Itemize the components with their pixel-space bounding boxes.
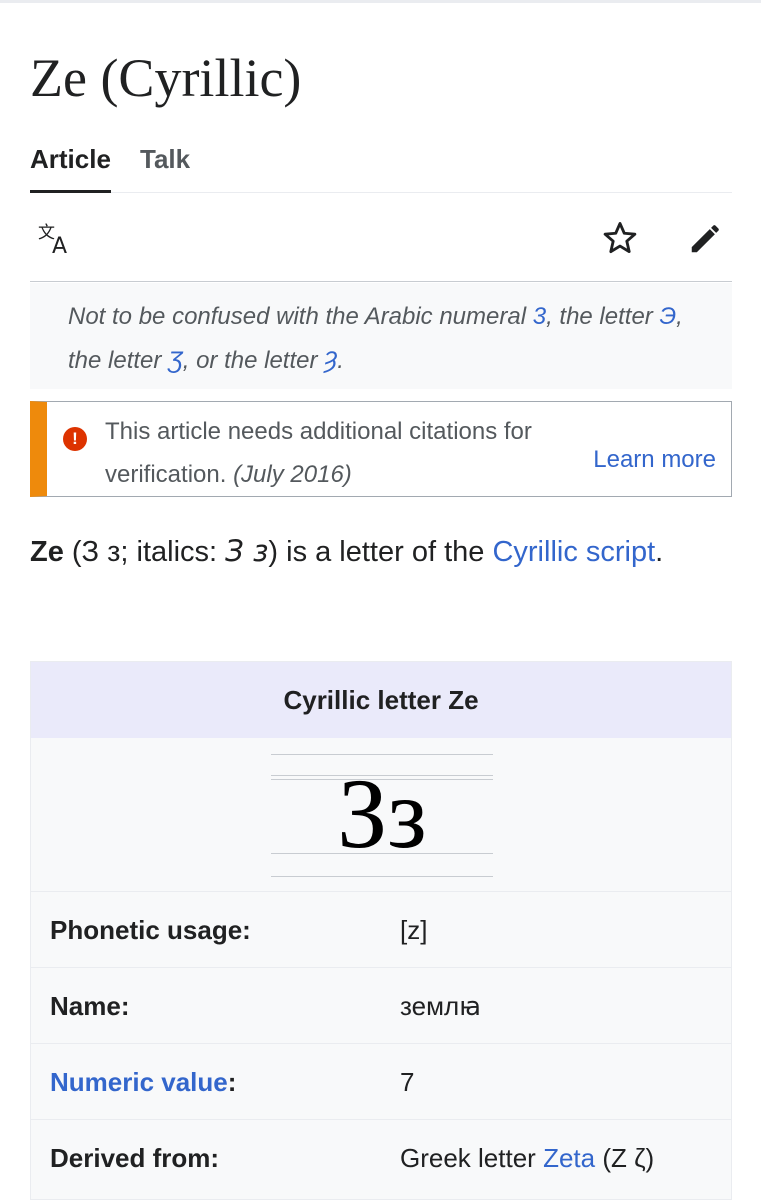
- pencil-icon: [691, 225, 719, 253]
- numeric-value-link[interactable]: Numeric value:: [50, 1044, 236, 1120]
- baseline-guide: [271, 876, 493, 877]
- link-letter-yogh[interactable]: Ȝ: [324, 347, 337, 374]
- warning-icon: !: [63, 427, 87, 451]
- link-zeta[interactable]: Zeta: [543, 1143, 595, 1173]
- translate-icon: 文 A: [38, 223, 67, 258]
- infobox-row-name: Name: землꙗ: [31, 968, 731, 1044]
- lead-text: ) is a letter of the: [268, 536, 493, 568]
- link-cyrillic-script[interactable]: Cyrillic script: [492, 536, 655, 568]
- tab-article[interactable]: Article: [30, 138, 111, 193]
- hatnote-text: .: [337, 347, 344, 374]
- lead-text: .: [655, 536, 664, 568]
- infobox-label[interactable]: Numeric value: [50, 1067, 228, 1097]
- lead-text: (З з; italics:: [63, 536, 226, 568]
- infobox-row-numeric: Numeric value: 7: [31, 1044, 731, 1120]
- top-divider: [0, 0, 761, 3]
- learn-more-link[interactable]: Learn more: [593, 440, 716, 480]
- page-toolbar: 文 A: [30, 194, 732, 282]
- value-text: (Ζ ζ): [595, 1143, 655, 1173]
- infobox-label: Phonetic usage:: [50, 915, 251, 945]
- link-letter-e[interactable]: Э: [659, 303, 676, 330]
- value-text: Greek letter: [400, 1143, 544, 1173]
- notice-date: (July 2016): [233, 461, 352, 488]
- citation-notice: ! This article needs additional citation…: [30, 401, 732, 497]
- tab-talk[interactable]: Talk: [140, 138, 190, 180]
- link-letter-ezh[interactable]: Ʒ: [168, 347, 183, 374]
- lead-paragraph: Ze (З з; italics: З з) is a letter of th…: [30, 522, 730, 581]
- lead-italics: З з: [225, 534, 269, 568]
- link-arabic-three[interactable]: 3: [533, 303, 546, 330]
- letter-glyph: Зз: [337, 758, 427, 869]
- infobox-title: Cyrillic letter Ze: [31, 662, 731, 738]
- notice-message: This article needs additional citations …: [105, 410, 585, 496]
- infobox: Cyrillic letter Ze Зз Phonetic usage: [z…: [30, 661, 732, 1200]
- infobox-row-phonetic: Phonetic usage: [z]: [31, 892, 731, 968]
- infobox-value: 7: [400, 1067, 415, 1097]
- hatnote-text: Not to be confused with the Arabic numer…: [68, 303, 533, 330]
- hatnote-text: , the letter: [546, 303, 660, 330]
- star-icon: [603, 222, 637, 254]
- label-colon: :: [227, 1067, 237, 1097]
- svg-text:A: A: [52, 234, 67, 258]
- lead-term: Ze: [30, 536, 64, 568]
- infobox-row-derived: Derived from: Greek letter Zeta (Ζ ζ): [31, 1120, 731, 1196]
- infobox-label: Derived from:: [50, 1143, 220, 1173]
- infobox-value: [z]: [400, 915, 428, 945]
- language-button[interactable]: 文 A: [34, 216, 78, 260]
- infobox-value: Greek letter Zeta (Ζ ζ): [400, 1120, 654, 1196]
- infobox-label: Name:: [50, 991, 130, 1021]
- hatnote: Not to be confused with the Arabic numer…: [30, 283, 732, 389]
- page-title: Ze (Cyrillic): [30, 48, 302, 108]
- hatnote-text: , or the letter: [182, 347, 325, 374]
- infobox-glyph-image: Зз: [31, 738, 731, 892]
- baseline-guide: [271, 754, 493, 755]
- infobox-value: землꙗ: [400, 991, 482, 1021]
- page-tabs: Article Talk: [30, 138, 732, 193]
- edit-button[interactable]: [684, 216, 728, 260]
- watch-star-button[interactable]: [598, 216, 642, 260]
